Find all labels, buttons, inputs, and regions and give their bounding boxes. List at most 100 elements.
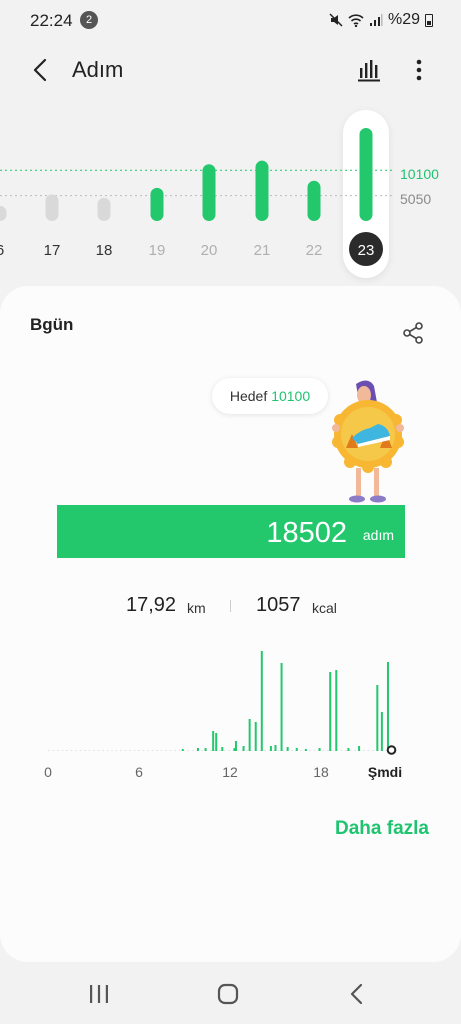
back-icon[interactable] bbox=[348, 983, 366, 1005]
day-label-19[interactable]: 19 bbox=[149, 242, 166, 259]
hourly-steps-chart: 0 6 12 18 Şmdi bbox=[0, 646, 461, 786]
steps-count: 18502 bbox=[266, 517, 347, 549]
hour-bar bbox=[304, 749, 307, 751]
hour-bar bbox=[386, 662, 389, 751]
hour-bar bbox=[380, 712, 383, 751]
hour-bar bbox=[248, 719, 251, 751]
baseline-dot bbox=[88, 750, 91, 751]
day-bar-17[interactable] bbox=[45, 194, 59, 221]
hour-bar bbox=[181, 749, 184, 751]
day-label-23[interactable]: 23 bbox=[358, 242, 375, 259]
day-label-17[interactable]: 17 bbox=[44, 242, 61, 259]
hour-bar bbox=[254, 722, 257, 751]
more-vertical-icon bbox=[416, 59, 422, 81]
system-nav-bar bbox=[0, 966, 461, 1024]
hour-bar bbox=[274, 745, 277, 751]
more-button[interactable]: Daha fazla bbox=[335, 818, 429, 840]
wifi-icon bbox=[348, 14, 364, 27]
goal-label: Hedef bbox=[229, 388, 268, 404]
day-label-22[interactable]: 22 bbox=[306, 242, 323, 259]
baseline-dot bbox=[210, 750, 212, 751]
status-icons: %29 bbox=[329, 11, 433, 29]
hour-bar bbox=[335, 670, 338, 751]
baseline-dot bbox=[327, 750, 329, 751]
hour-bar bbox=[196, 748, 199, 751]
baseline-dot bbox=[57, 750, 59, 751]
chart-view-button[interactable] bbox=[356, 56, 384, 84]
stats-divider bbox=[230, 600, 231, 612]
back-chevron-icon bbox=[33, 58, 47, 82]
hour-axis-label: Şmdi bbox=[368, 764, 402, 780]
baseline-dot bbox=[363, 750, 365, 751]
baseline-dot bbox=[201, 750, 203, 751]
goal-bubble: Hedef 10100 bbox=[212, 378, 328, 414]
baseline-dot bbox=[97, 750, 100, 751]
home-icon[interactable] bbox=[217, 983, 239, 1005]
baseline-dot bbox=[102, 750, 104, 751]
day-bar-18[interactable] bbox=[97, 197, 111, 221]
baseline-dot bbox=[156, 750, 158, 751]
goal-line-label: 10100 bbox=[400, 166, 439, 182]
baseline-dot bbox=[277, 750, 280, 751]
battery-icon bbox=[425, 13, 433, 27]
day-label-18[interactable]: 18 bbox=[96, 242, 113, 259]
weekly-steps-chart: 6 17 18 19 20 21 22 23 10100 5050 bbox=[0, 108, 461, 288]
baseline-dot bbox=[106, 750, 109, 751]
share-icon bbox=[403, 322, 423, 344]
baseline-dot bbox=[237, 750, 239, 751]
baseline-dot bbox=[142, 750, 145, 751]
hour-bar bbox=[347, 748, 350, 751]
share-button[interactable] bbox=[400, 320, 426, 346]
baseline-dot bbox=[300, 750, 302, 751]
baseline-dot bbox=[66, 750, 68, 751]
now-marker bbox=[386, 745, 397, 755]
more-options-button[interactable] bbox=[408, 56, 430, 84]
baseline-dot bbox=[228, 750, 230, 751]
hour-bar bbox=[329, 672, 332, 751]
today-card: Bgün Hedef 10100 18502 adım 17,92 km 105… bbox=[0, 286, 461, 962]
baseline-dot bbox=[345, 750, 347, 751]
steps-progress-bar: 18502 adım bbox=[57, 505, 405, 558]
back-button[interactable] bbox=[26, 54, 54, 86]
day-bar-19[interactable] bbox=[150, 187, 164, 221]
mute-icon bbox=[329, 13, 343, 27]
baseline-dot bbox=[349, 750, 352, 751]
day-bar-6[interactable] bbox=[0, 205, 7, 221]
hourly-chart-svg: 0 6 12 18 Şmdi bbox=[44, 651, 402, 780]
baseline-dot bbox=[120, 750, 122, 751]
hour-bar bbox=[358, 746, 361, 751]
steps-unit: adım bbox=[362, 527, 394, 543]
day-label-21[interactable]: 21 bbox=[254, 242, 271, 259]
hour-axis-label: 0 bbox=[44, 764, 52, 780]
day-label-6[interactable]: 6 bbox=[0, 242, 4, 259]
day-bar-21[interactable] bbox=[255, 160, 269, 221]
baseline-dot bbox=[174, 750, 176, 751]
baseline-dot bbox=[129, 750, 131, 751]
baseline-dot bbox=[79, 750, 82, 751]
hour-bar bbox=[286, 747, 289, 751]
baseline-dot bbox=[52, 750, 55, 751]
weekly-chart-svg: 6 17 18 19 20 21 22 23 bbox=[0, 128, 395, 266]
baseline-dot bbox=[133, 750, 136, 751]
distance-value: 17,92 bbox=[126, 594, 177, 616]
baseline-dot bbox=[138, 750, 140, 751]
baseline-dot bbox=[61, 750, 64, 751]
stats-row: 17,92 km 1057 kcal bbox=[0, 594, 461, 624]
day-label-20[interactable]: 20 bbox=[201, 242, 218, 259]
baseline-dot bbox=[75, 750, 77, 751]
day-bar-20[interactable] bbox=[202, 164, 216, 221]
signal-icon bbox=[369, 14, 383, 26]
app-bar: Adım bbox=[0, 44, 461, 96]
baseline-dot bbox=[322, 750, 325, 751]
day-bar-22[interactable] bbox=[307, 180, 321, 221]
hour-axis-label: 6 bbox=[135, 764, 143, 780]
notification-count-badge: 2 bbox=[80, 11, 98, 29]
hour-bar bbox=[234, 741, 237, 751]
day-bar-23[interactable] bbox=[359, 128, 373, 221]
hour-bar bbox=[242, 746, 245, 751]
baseline-dot bbox=[187, 750, 190, 751]
baseline-dot bbox=[84, 750, 86, 751]
hour-axis-label: 12 bbox=[222, 764, 238, 780]
baseline-dot bbox=[151, 750, 154, 751]
recent-apps-icon[interactable] bbox=[88, 984, 110, 1004]
